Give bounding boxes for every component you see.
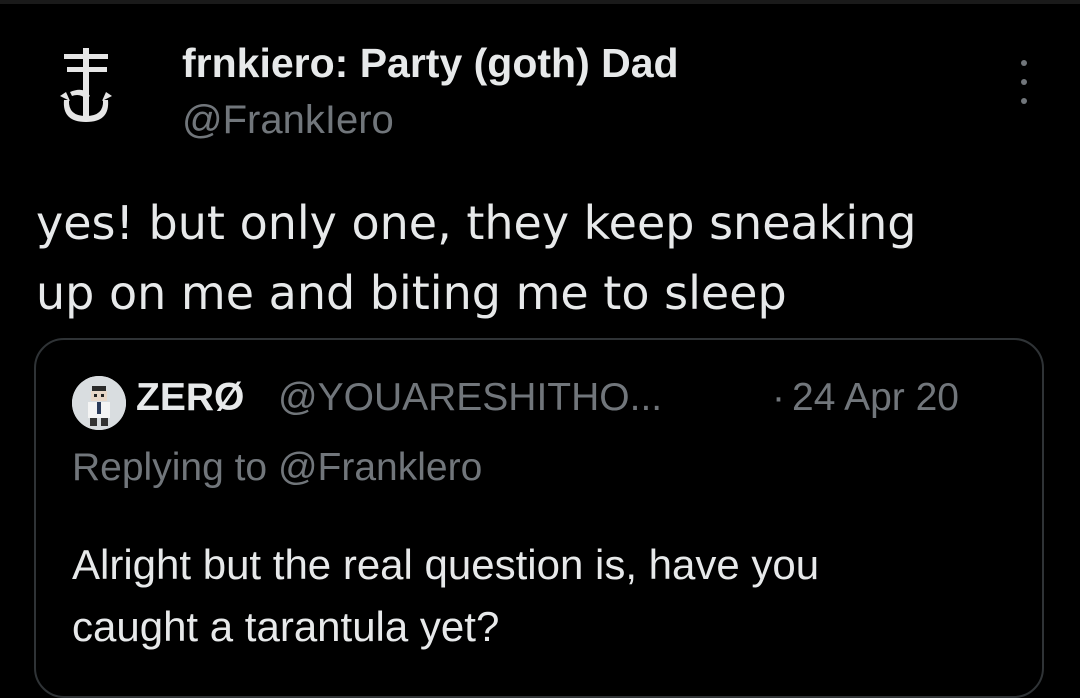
quoted-tweet-date[interactable]: 24 Apr 20 bbox=[792, 376, 959, 420]
pixel-person-avatar-icon bbox=[72, 376, 126, 430]
quoted-author-handle[interactable]: @YOUARESHITHO... bbox=[278, 376, 662, 420]
quoted-tweet-card[interactable]: ZERØ @YOUARESHITHO... · 24 Apr 20 Replyi… bbox=[34, 338, 1044, 698]
author-display-name[interactable]: frnkiero: Party (goth) Dad bbox=[182, 40, 679, 87]
quoted-author-avatar[interactable] bbox=[72, 376, 126, 430]
quoted-tweet-text: Alright but the real question is, have y… bbox=[72, 541, 820, 650]
more-dot bbox=[1021, 98, 1027, 104]
frank-iero-logo-icon bbox=[60, 48, 112, 122]
replying-to-label: Replying to @Franklero bbox=[72, 446, 483, 489]
more-dot bbox=[1021, 60, 1027, 66]
quoted-author-name[interactable]: ZERØ bbox=[136, 376, 244, 420]
author-avatar[interactable] bbox=[34, 40, 138, 144]
separator-dot: · bbox=[772, 376, 785, 419]
top-divider bbox=[0, 0, 1080, 4]
tweet-text: yes! but only one, they keep sneaking up… bbox=[36, 196, 917, 320]
author-handle[interactable]: @FrankIero bbox=[182, 98, 394, 143]
more-dot bbox=[1021, 79, 1027, 85]
more-vertical-icon[interactable] bbox=[1004, 60, 1044, 104]
